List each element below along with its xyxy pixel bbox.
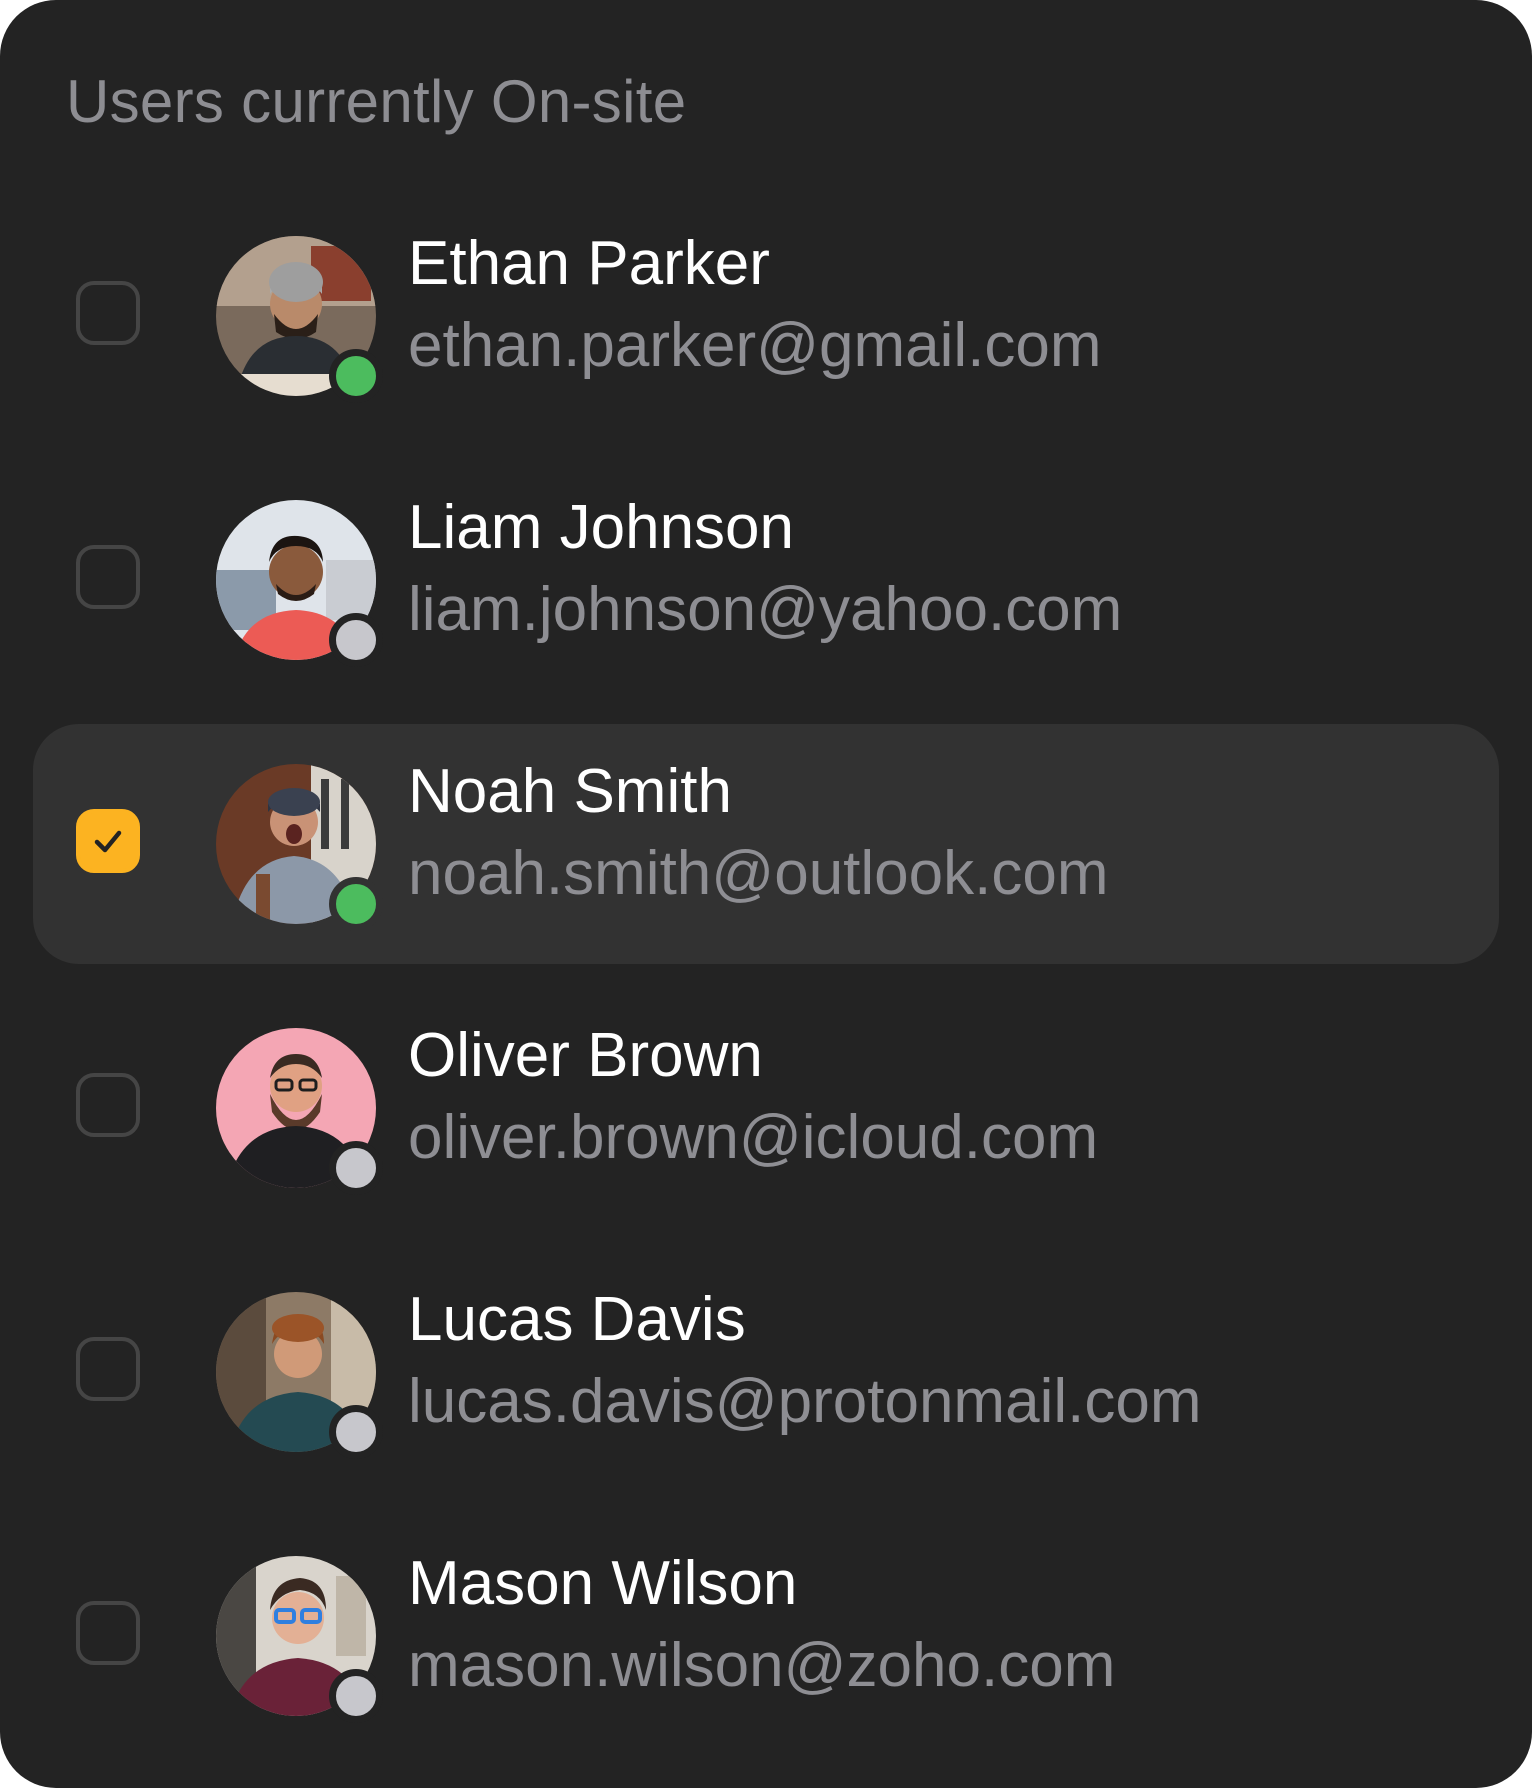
user-name: Lucas Davis — [408, 1285, 746, 1354]
status-indicator — [329, 613, 383, 667]
user-email: liam.johnson@yahoo.com — [408, 575, 1123, 644]
checkmark-icon — [94, 830, 122, 853]
user-email: ethan.parker@gmail.com — [408, 311, 1102, 380]
user-name: Noah Smith — [408, 757, 732, 826]
user-checkbox[interactable] — [76, 545, 140, 609]
status-indicator — [329, 1141, 383, 1195]
panel-title: Users currently On-site — [66, 68, 687, 135]
user-checkbox[interactable] — [76, 1337, 140, 1401]
avatar-container — [216, 1028, 383, 1195]
avatar-container — [216, 1292, 383, 1459]
status-indicator — [329, 877, 383, 931]
avatar-container — [216, 1556, 383, 1723]
avatar-container — [216, 236, 383, 403]
user-row-lucas-davis[interactable]: Lucas Davis lucas.davis@protonmail.com — [33, 1252, 1499, 1492]
user-email: noah.smith@outlook.com — [408, 839, 1109, 908]
user-name: Ethan Parker — [408, 229, 770, 298]
user-checkbox[interactable] — [76, 1073, 140, 1137]
user-row-ethan-parker[interactable]: Ethan Parker ethan.parker@gmail.com — [33, 196, 1499, 436]
avatar-container — [216, 764, 383, 931]
status-indicator — [329, 1669, 383, 1723]
user-name: Mason Wilson — [408, 1549, 798, 1618]
user-checkbox[interactable] — [76, 281, 140, 345]
status-indicator — [329, 349, 383, 403]
user-info: Liam Johnson liam.johnson@yahoo.com — [408, 488, 1122, 652]
user-email: mason.wilson@zoho.com — [408, 1631, 1116, 1700]
user-info: Oliver Brown oliver.brown@icloud.com — [408, 1016, 1098, 1180]
user-info: Mason Wilson mason.wilson@zoho.com — [408, 1544, 1115, 1708]
user-row-mason-wilson[interactable]: Mason Wilson mason.wilson@zoho.com — [33, 1516, 1499, 1756]
avatar-container — [216, 500, 383, 667]
user-list: Ethan Parker ethan.parker@gmail.com Liam… — [33, 196, 1499, 1780]
user-row-oliver-brown[interactable]: Oliver Brown oliver.brown@icloud.com — [33, 988, 1499, 1228]
user-info: Lucas Davis lucas.davis@protonmail.com — [408, 1280, 1201, 1444]
user-name: Oliver Brown — [408, 1021, 763, 1090]
user-info: Noah Smith noah.smith@outlook.com — [408, 752, 1109, 916]
user-email: oliver.brown@icloud.com — [408, 1103, 1099, 1172]
user-email: lucas.davis@protonmail.com — [408, 1367, 1202, 1436]
user-checkbox[interactable] — [76, 1601, 140, 1665]
user-name: Liam Johnson — [408, 493, 795, 562]
user-row-liam-johnson[interactable]: Liam Johnson liam.johnson@yahoo.com — [33, 460, 1499, 700]
status-indicator — [329, 1405, 383, 1459]
users-onsite-panel: Users currently On-site Ethan Parker eth… — [0, 0, 1532, 1788]
user-checkbox[interactable] — [76, 809, 140, 873]
user-info: Ethan Parker ethan.parker@gmail.com — [408, 224, 1102, 388]
user-row-noah-smith[interactable]: Noah Smith noah.smith@outlook.com — [33, 724, 1499, 964]
